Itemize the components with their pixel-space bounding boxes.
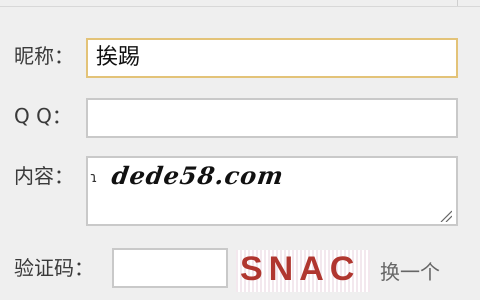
top-divider — [0, 0, 480, 7]
captcha-refresh-link[interactable]: 换一个 — [380, 256, 440, 285]
captcha-text: SNAC — [240, 250, 361, 288]
text-cursor-icon: ɿ — [90, 170, 98, 186]
content-label: 内容： — [14, 164, 74, 188]
captcha-image[interactable]: SNAC — [236, 250, 370, 292]
captcha-label: 验证码： — [14, 256, 94, 280]
resize-grip-icon[interactable] — [438, 210, 452, 222]
qq-label: Q Q： — [14, 104, 72, 128]
captcha-input[interactable] — [112, 248, 228, 288]
nickname-label: 昵称： — [14, 44, 74, 68]
top-corner-edge — [457, 0, 466, 6]
qq-input[interactable] — [86, 98, 458, 138]
content-watermark: dede58.com — [109, 161, 286, 190]
nickname-input[interactable]: 挨踢 — [86, 38, 458, 78]
